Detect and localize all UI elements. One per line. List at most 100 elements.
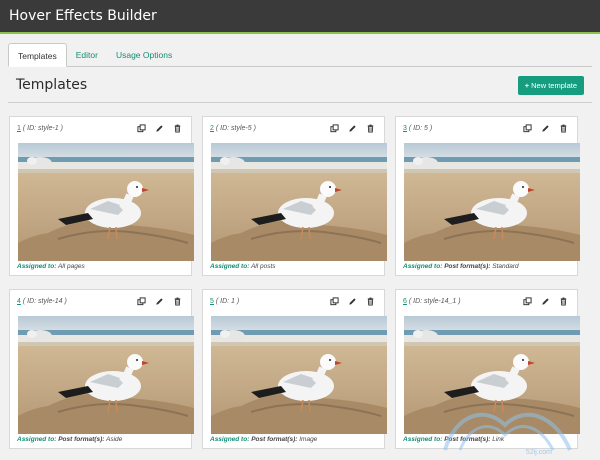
assigned-value: Aside — [106, 436, 122, 443]
template-actions — [137, 297, 182, 306]
template-card: 1 ( ID: style-1 ) Assigned to: All pages — [9, 116, 192, 276]
assigned-value: All pages — [58, 263, 85, 270]
delete-button[interactable] — [559, 297, 568, 306]
assigned-label: Assigned to: — [17, 436, 56, 443]
pencil-icon — [155, 124, 164, 133]
delete-button[interactable] — [173, 124, 182, 133]
assigned-label: Assigned to: — [210, 263, 249, 270]
delete-button[interactable] — [366, 124, 375, 133]
template-header: 6 ( ID: style-14_1 ) — [403, 298, 461, 305]
copy-icon — [137, 124, 146, 133]
copy-icon — [523, 297, 532, 306]
assigned-value: Image — [299, 436, 317, 443]
template-card: 4 ( ID: style-14 ) Assigned to: Post for… — [9, 289, 192, 449]
pencil-icon — [155, 297, 164, 306]
trash-icon — [173, 297, 182, 306]
pencil-icon — [348, 297, 357, 306]
watermark-text: 52ij.com — [526, 449, 552, 456]
assigned-type: Post format(s): — [444, 263, 490, 270]
template-card: 5 ( ID: 1 ) Assigned to: Post format(s):… — [202, 289, 385, 449]
assigned-label: Assigned to: — [210, 436, 249, 443]
assigned-type: Post format(s): — [58, 436, 104, 443]
copy-icon — [523, 124, 532, 133]
edit-button[interactable] — [155, 124, 164, 133]
template-header: 3 ( ID: 5 ) — [403, 125, 432, 132]
template-id: ( ID: style-5 ) — [216, 125, 256, 132]
template-actions — [330, 297, 375, 306]
template-id: ( ID: style-1 ) — [23, 125, 63, 132]
template-actions — [137, 124, 182, 133]
template-number-link[interactable]: 1 — [17, 125, 21, 132]
assignment-text: Assigned to: All pages — [17, 263, 85, 270]
edit-button[interactable] — [541, 297, 550, 306]
pencil-icon — [541, 297, 550, 306]
template-preview-image[interactable] — [211, 316, 387, 434]
app-title: Hover Effects Builder — [9, 8, 157, 24]
template-actions — [523, 124, 568, 133]
tab-templates[interactable]: Templates — [8, 43, 67, 67]
template-actions — [523, 297, 568, 306]
delete-button[interactable] — [559, 124, 568, 133]
pencil-icon — [541, 124, 550, 133]
duplicate-button[interactable] — [523, 124, 532, 133]
edit-button[interactable] — [348, 297, 357, 306]
trash-icon — [173, 124, 182, 133]
template-header: 5 ( ID: 1 ) — [210, 298, 239, 305]
copy-icon — [137, 297, 146, 306]
template-actions — [330, 124, 375, 133]
duplicate-button[interactable] — [137, 297, 146, 306]
template-preview-image[interactable] — [404, 143, 580, 261]
duplicate-button[interactable] — [330, 297, 339, 306]
edit-button[interactable] — [541, 124, 550, 133]
template-preview-image[interactable] — [18, 316, 194, 434]
new-template-label: New template — [531, 81, 577, 90]
trash-icon — [366, 124, 375, 133]
assigned-value: Standard — [492, 263, 518, 270]
template-header: 2 ( ID: style-5 ) — [210, 125, 256, 132]
duplicate-button[interactable] — [523, 297, 532, 306]
tab-editor[interactable]: Editor — [67, 43, 107, 67]
assigned-label: Assigned to: — [403, 263, 442, 270]
template-card: 2 ( ID: style-5 ) Assigned to: All posts — [202, 116, 385, 276]
template-id: ( ID: style-14 ) — [23, 298, 67, 305]
edit-button[interactable] — [155, 297, 164, 306]
delete-button[interactable] — [366, 297, 375, 306]
app-title-bar: Hover Effects Builder — [0, 0, 600, 34]
template-number-link[interactable]: 3 — [403, 125, 407, 132]
delete-button[interactable] — [173, 297, 182, 306]
edit-button[interactable] — [348, 124, 357, 133]
template-id: ( ID: style-14_1 ) — [409, 298, 461, 305]
pencil-icon — [348, 124, 357, 133]
template-preview-image[interactable] — [18, 143, 194, 261]
copy-icon — [330, 297, 339, 306]
duplicate-button[interactable] — [137, 124, 146, 133]
template-number-link[interactable]: 4 — [17, 298, 21, 305]
divider — [8, 102, 592, 103]
assignment-text: Assigned to: Post format(s): Image — [210, 436, 317, 443]
assignment-text: Assigned to: Post format(s): Standard — [403, 263, 519, 270]
assignment-text: Assigned to: Post format(s): Aside — [17, 436, 122, 443]
assignment-text: Assigned to: All posts — [210, 263, 276, 270]
assigned-type: Post format(s): — [251, 436, 297, 443]
duplicate-button[interactable] — [330, 124, 339, 133]
page-title: Templates — [16, 77, 87, 93]
template-number-link[interactable]: 2 — [210, 125, 214, 132]
plus-icon: + — [525, 81, 529, 90]
template-id: ( ID: 1 ) — [216, 298, 239, 305]
trash-icon — [559, 297, 568, 306]
template-header: 4 ( ID: style-14 ) — [17, 298, 67, 305]
template-card: 3 ( ID: 5 ) Assigned to: Post format(s):… — [395, 116, 578, 276]
copy-icon — [330, 124, 339, 133]
tab-bar: Templates Editor Usage Options — [8, 43, 592, 67]
new-template-button[interactable]: +New template — [518, 76, 584, 95]
template-header: 1 ( ID: style-1 ) — [17, 125, 63, 132]
tab-usage-options[interactable]: Usage Options — [107, 43, 181, 67]
assigned-value: All posts — [251, 263, 276, 270]
template-number-link[interactable]: 6 — [403, 298, 407, 305]
trash-icon — [366, 297, 375, 306]
template-preview-image[interactable] — [211, 143, 387, 261]
trash-icon — [559, 124, 568, 133]
watermark: 52ij.com — [425, 395, 590, 455]
template-number-link[interactable]: 5 — [210, 298, 214, 305]
assigned-label: Assigned to: — [17, 263, 56, 270]
